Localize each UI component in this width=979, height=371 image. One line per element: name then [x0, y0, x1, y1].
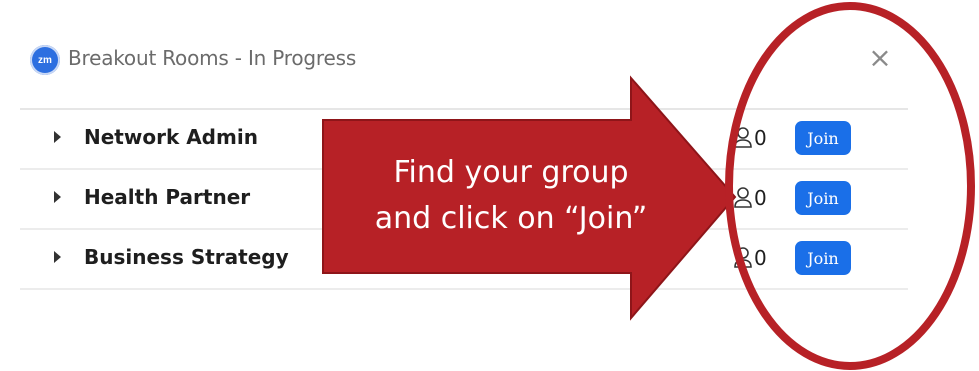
room-name: Health Partner	[84, 185, 251, 209]
participant-count-value: 0	[754, 126, 767, 150]
participant-count: 0	[733, 244, 767, 272]
caret-right-icon[interactable]	[54, 131, 61, 143]
room-name: Business Strategy	[84, 245, 289, 269]
callout-line-2: and click on “Join”	[374, 201, 648, 236]
join-button[interactable]: Join	[795, 181, 851, 215]
close-icon[interactable]: ×	[866, 44, 894, 72]
participant-count-value: 0	[754, 186, 767, 210]
participant-count: 0	[733, 184, 767, 212]
caret-right-icon[interactable]	[54, 191, 61, 203]
screenshot-canvas: zm Breakout Rooms - In Progress × Networ…	[0, 0, 979, 371]
person-icon	[734, 247, 752, 268]
join-button[interactable]: Join	[795, 241, 851, 275]
person-icon	[734, 187, 752, 208]
caret-right-icon[interactable]	[54, 251, 61, 263]
callout-text: Find your group and click on “Join”	[346, 150, 676, 242]
room-name: Network Admin	[84, 125, 258, 149]
callout-line-1: Find your group	[393, 155, 629, 190]
title-bar: zm Breakout Rooms - In Progress ×	[20, 28, 908, 108]
window-title: Breakout Rooms - In Progress	[68, 46, 357, 70]
person-icon	[734, 127, 752, 148]
join-button[interactable]: Join	[795, 121, 851, 155]
participant-count-value: 0	[754, 246, 767, 270]
participant-count: 0	[733, 124, 767, 152]
zoom-logo-icon: zm	[30, 45, 60, 75]
